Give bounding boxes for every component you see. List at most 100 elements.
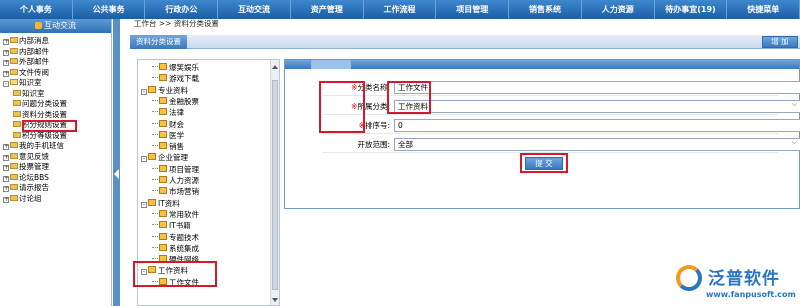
tree-node[interactable]: 专题技术	[152, 232, 199, 243]
tree-node[interactable]: 金融股票	[152, 96, 199, 107]
expand-icon[interactable]: +	[3, 60, 9, 66]
tree-node[interactable]: 爆笑娱乐	[152, 62, 199, 73]
parent-category-select[interactable]: 工作资料	[394, 99, 800, 113]
folder-icon	[13, 121, 21, 127]
add-button[interactable]: 增 加	[762, 36, 798, 48]
tab-category-settings[interactable]: 资料分类设置	[130, 35, 187, 49]
scope-select[interactable]: 全部	[394, 137, 800, 151]
folder-icon	[13, 131, 21, 138]
expand-icon[interactable]: +	[3, 186, 9, 192]
sidebar-item[interactable]: - 知识室	[0, 78, 111, 89]
expand-icon[interactable]: +	[3, 39, 9, 45]
sidebar-item[interactable]: + 意见反馈	[0, 152, 111, 163]
tree-line	[152, 179, 158, 180]
sidebar-item[interactable]: + 我的手机班信	[0, 141, 111, 152]
tree-node-label: 销售	[169, 142, 184, 152]
nav-item[interactable]: 个人事务	[0, 0, 73, 19]
tree-node[interactable]: 系统集成	[152, 243, 199, 254]
tree-node[interactable]: IT书籍	[152, 220, 191, 231]
order-input[interactable]: 0	[394, 119, 800, 132]
expand-icon[interactable]: +	[3, 196, 9, 203]
expand-icon[interactable]: +	[3, 175, 9, 182]
tree-node[interactable]: - 企业管理	[141, 152, 188, 163]
sidebar-item[interactable]: + 论坛BBS	[0, 173, 111, 184]
tree-line	[152, 122, 158, 124]
sidebar-item[interactable]: 知识室	[0, 89, 111, 100]
scroll-down-icon[interactable]	[272, 298, 278, 302]
tree-node-label: 财会	[169, 119, 184, 129]
folder-icon	[10, 37, 18, 43]
sidebar-item[interactable]: + 内部邮件	[0, 47, 111, 58]
nav-item[interactable]: 工作流程	[364, 0, 437, 19]
tree-node-label: 金融股票	[169, 96, 199, 106]
scroll-thumb[interactable]	[272, 80, 278, 290]
tree-node[interactable]: 法律	[152, 107, 184, 118]
expand-icon[interactable]: +	[3, 70, 9, 77]
nav-item[interactable]: 销售系统	[509, 0, 582, 19]
tree-node[interactable]: 常用软件	[152, 209, 199, 220]
nav-item[interactable]: 公共事务	[73, 0, 146, 19]
nav-item[interactable]: 待办事宜(19)	[655, 0, 728, 19]
category-name-input[interactable]: 工作文件	[394, 81, 800, 94]
sidebar-item-label: 问题分类设置	[22, 99, 67, 108]
expand-icon[interactable]: +	[3, 154, 9, 161]
collapse-arrow-icon[interactable]	[114, 169, 119, 179]
collapse-icon[interactable]: -	[3, 81, 9, 87]
sidebar-item[interactable]: + 请示报告	[0, 183, 111, 194]
tree-line	[152, 246, 158, 248]
sidebar-item[interactable]: + 讨论组	[0, 194, 111, 205]
watermark: 泛普软件 www.fanpusoft.com	[676, 257, 800, 306]
category-icon	[159, 108, 167, 116]
tree-node[interactable]: 医学	[152, 130, 184, 141]
expand-icon[interactable]: +	[3, 49, 9, 56]
sidebar-item[interactable]: + 内部消息	[0, 36, 111, 47]
sidebar-item-label: 意见反馈	[19, 151, 49, 161]
title-bar: 资料分类设置 增 加	[130, 35, 800, 49]
expand-icon[interactable]: +	[3, 165, 9, 171]
nav-item[interactable]: 人力资源	[582, 0, 655, 19]
category-icon	[159, 209, 167, 217]
nav-item[interactable]: 互动交流	[218, 0, 291, 19]
nav-item[interactable]: 资产管理	[291, 0, 364, 19]
sidebar-item-label: 资料分类设置	[22, 109, 67, 119]
folder-icon	[10, 152, 18, 159]
folder-icon	[10, 142, 18, 148]
sidebar-item[interactable]: + 外部邮件	[0, 57, 111, 68]
tree-node[interactable]: - 专业资料	[141, 85, 188, 96]
collapse-icon[interactable]: -	[141, 88, 147, 95]
sidebar-item[interactable]: 问题分类设置	[0, 99, 111, 110]
tree-scrollbar[interactable]	[270, 60, 279, 305]
nav-item[interactable]: 快捷菜单	[727, 0, 800, 19]
highlight-box	[133, 261, 217, 287]
tree-line	[152, 99, 158, 101]
sidebar-item[interactable]: 积分等级设置	[0, 131, 111, 142]
tree-node[interactable]: 人力资源	[152, 175, 199, 186]
tree-node-label: 常用软件	[169, 209, 199, 219]
tree-node[interactable]: 财会	[152, 119, 184, 130]
highlight-box	[520, 153, 568, 173]
tree-node[interactable]: 销售	[152, 141, 184, 152]
collapse-icon[interactable]: -	[141, 156, 147, 163]
tree-node[interactable]: 市场营销	[152, 186, 199, 197]
sidebar-collapse-strip[interactable]	[113, 19, 120, 306]
sidebar-item-label: 讨论组	[19, 193, 42, 203]
sidebar-tree: + 内部消息 + 内部邮件 + 外部邮件 + 文件传阅 - 知识室 知识室 问题分类设置 资料分类设置积…	[0, 33, 111, 204]
brand-name: 泛普软件	[708, 269, 780, 289]
sidebar-item[interactable]: + 文件传阅	[0, 68, 111, 79]
sidebar-item-label: 请示报告	[19, 183, 49, 192]
tree-node-label: 法律	[169, 108, 184, 118]
tree-node[interactable]: - IT资料	[141, 198, 180, 209]
category-icon	[148, 153, 156, 161]
tree-node[interactable]: 项目管理	[152, 164, 199, 175]
category-icon	[148, 85, 156, 93]
expand-icon[interactable]: +	[3, 144, 9, 150]
sidebar-item[interactable]: 资料分类设置	[0, 110, 111, 121]
collapse-icon[interactable]: -	[141, 201, 147, 208]
sidebar-item[interactable]: + 投票管理	[0, 162, 111, 173]
nav-item[interactable]: 项目管理	[436, 0, 510, 19]
tree-node-label: 游戏下载	[169, 74, 199, 84]
scroll-up-icon[interactable]	[272, 65, 278, 69]
nav-item[interactable]: 行政办公	[145, 0, 219, 19]
sidebar-item-label: 投票管理	[19, 162, 49, 171]
tree-node[interactable]: 游戏下载	[152, 73, 199, 84]
